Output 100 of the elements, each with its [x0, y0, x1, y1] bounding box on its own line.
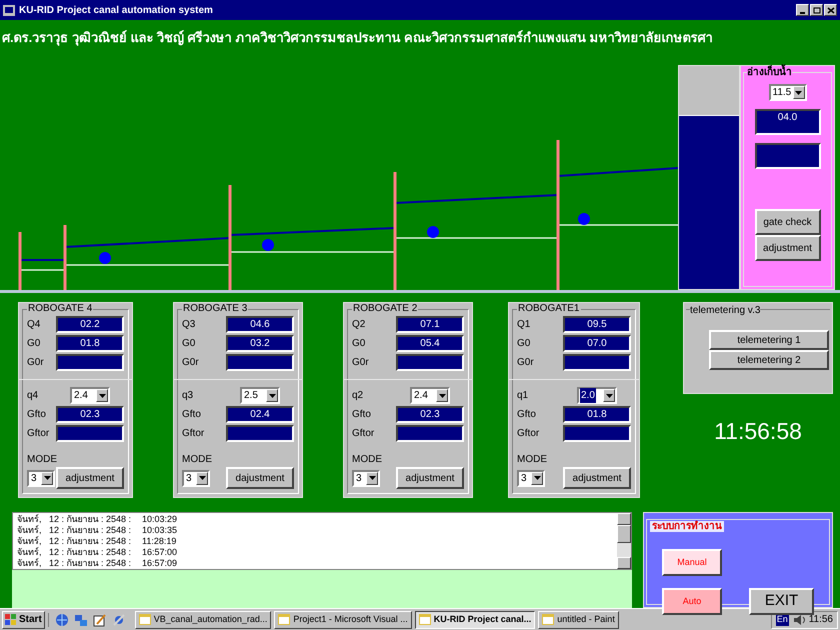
log-date: จันทร์, 12 : กันยายน : 2548 : [17, 525, 132, 536]
taskbar-button[interactable]: Project1 - Microsoft Visual ... [274, 610, 412, 628]
dropdown[interactable]: 2.4 [70, 387, 110, 404]
taskbar-button[interactable]: untitled - Paint [538, 610, 619, 628]
field-label: Gfto [182, 408, 201, 422]
header-text: ศ.ดร.วราวุธ วุฒิวณิชย์ และ วิชญ์ ศรีวงษา ภาควิชาวิศวกรรมชลประทาน คณะวิศวกรรมศาสตร์กำแพงแสน มหาวิทยาลัยเกษตรศา [1, 28, 713, 48]
push-button[interactable]: telemetering 2 [709, 350, 829, 370]
mode-label: MODE [517, 454, 548, 465]
dropdown[interactable]: 3 [182, 470, 210, 486]
group-title: ROBOGATE 3 [182, 303, 248, 314]
log-date: จันทร์, 12 : กันยายน : 2548 : [17, 558, 132, 569]
minimize-button[interactable] [796, 4, 809, 16]
dropdown[interactable]: 2.0 [577, 387, 617, 404]
window-icon [138, 614, 151, 625]
value-field: 09.5 [563, 316, 631, 333]
pencil-icon[interactable] [92, 612, 107, 626]
log-date: จันทร์, 12 : กันยายน : 2548 : [17, 547, 132, 558]
log-time: 11:28:19 [142, 536, 176, 547]
windows-logo-icon [5, 614, 17, 625]
close-icon [826, 6, 834, 14]
group-title: telemetering v.3 [690, 305, 760, 316]
push-button[interactable]: adjustment [56, 467, 124, 489]
window-icon [418, 614, 431, 625]
dropdown[interactable]: 2.4 [410, 387, 450, 404]
value-field [754, 143, 820, 169]
push-button[interactable]: adjustment [754, 235, 820, 261]
group-title: ROBOGATE 2 [352, 303, 418, 314]
field-label: G0r [517, 356, 534, 370]
group-title: ระบบการทำงาน [650, 521, 724, 532]
field-label: G0r [352, 356, 369, 370]
value-field [396, 354, 464, 371]
field-label: Gftor [27, 427, 50, 441]
taskbar-button[interactable]: KU-RID Project canal... [414, 610, 536, 628]
value-field [56, 354, 124, 371]
close-button[interactable] [824, 4, 837, 16]
field-label: G0r [182, 356, 199, 370]
push-button[interactable]: dajustment [226, 467, 294, 489]
field-label: q4 [27, 389, 38, 403]
dropdown[interactable]: 3 [27, 470, 55, 486]
mode-label: MODE [182, 454, 213, 465]
value-field: 02.3 [396, 406, 464, 423]
app-icon [3, 4, 15, 16]
value-field: 01.8 [56, 335, 124, 352]
log-time: 10:03:35 [142, 525, 178, 536]
value-field [563, 425, 631, 442]
field-label: q1 [517, 389, 528, 403]
value-field: 04.0 [754, 109, 820, 135]
window-title: KU-RID Project canal automation system [19, 4, 213, 18]
value-field: 02.2 [56, 316, 124, 333]
dropdown[interactable]: 11.5 [768, 84, 806, 101]
value-field [56, 425, 124, 442]
globe-icon[interactable] [54, 612, 69, 626]
log-date: จันทร์, 12 : กันยายน : 2548 : [17, 514, 132, 525]
value-field: 07.1 [396, 316, 464, 333]
value-field [226, 425, 294, 442]
field-label: Q1 [517, 318, 530, 332]
window-icon [542, 614, 554, 625]
field-label: Gftor [352, 427, 374, 441]
value-field: 03.2 [226, 335, 294, 352]
field-label: G0 [517, 337, 530, 351]
network-icon[interactable] [74, 612, 88, 626]
value-field: 04.6 [226, 316, 294, 333]
value-field: 02.3 [56, 406, 124, 423]
scrollbar[interactable] [617, 513, 631, 569]
log-time: 16:57:09 [142, 558, 178, 569]
value-field: 05.4 [396, 335, 464, 352]
field-label: G0 [352, 337, 366, 351]
dropdown[interactable]: 3 [517, 470, 545, 486]
field-label: Gfto [352, 408, 371, 422]
log-time: 16:57:00 [142, 547, 178, 558]
group-title: ROBOGATE1 [517, 303, 580, 314]
maximize-button[interactable] [810, 4, 823, 16]
value-field [226, 354, 294, 371]
value-field: 01.8 [563, 406, 631, 423]
push-button[interactable]: adjustment [563, 467, 631, 489]
group-title: ROBOGATE 4 [27, 303, 94, 314]
push-button[interactable]: adjustment [396, 467, 464, 489]
field-label: Gftor [517, 427, 540, 441]
tray-clock: 11:56 [808, 613, 833, 627]
exit-button[interactable]: EXIT [749, 588, 814, 615]
taskbar-button[interactable]: VB_canal_automation_rad... [134, 610, 272, 628]
field-label: Gftor [182, 427, 204, 441]
value-field [563, 354, 631, 371]
maximize-icon [812, 6, 820, 14]
start-button[interactable]: Start [2, 610, 45, 628]
field-label: Gfto [517, 408, 536, 422]
dropdown[interactable]: 2.5 [240, 387, 280, 404]
field-label: G0 [182, 337, 196, 351]
push-button[interactable]: telemetering 1 [709, 330, 829, 350]
dropdown[interactable]: 3 [352, 470, 380, 486]
clock: 11:56:58 [714, 417, 802, 446]
push-button[interactable]: gate check [754, 209, 820, 235]
field-label: Q4 [27, 318, 40, 332]
log-time: 10:03:29 [142, 514, 178, 525]
field-label: Gfto [27, 408, 46, 422]
field-label: Q3 [182, 318, 196, 332]
field-label: q2 [352, 389, 364, 403]
mode-label: MODE [27, 454, 58, 465]
log-date: จันทร์, 12 : กันยายน : 2548 : [17, 536, 132, 547]
speaker-icon[interactable] [792, 614, 805, 626]
